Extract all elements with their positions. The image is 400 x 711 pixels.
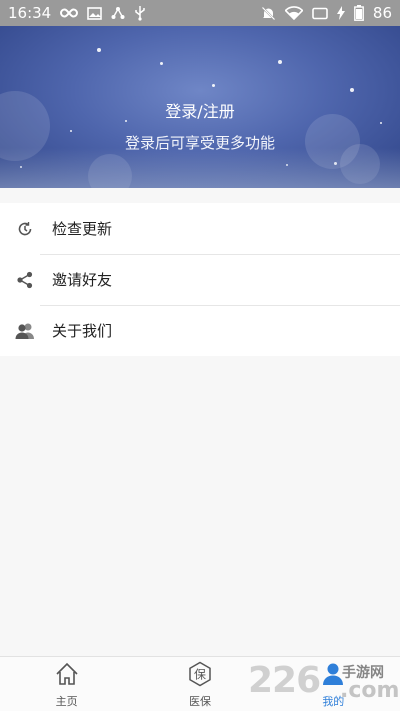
svg-text:保: 保 (194, 668, 206, 682)
share-icon (111, 5, 125, 21)
status-time: 16:34 (8, 4, 52, 22)
login-hint-text: 登录后可享受更多功能 (124, 134, 275, 152)
watermark-number: 226 (248, 660, 321, 701)
menu-item-invite-friends[interactable]: 邀请好友 (0, 254, 400, 305)
watermark-domain: .com (340, 678, 400, 703)
home-icon (54, 661, 80, 691)
battery-level: 86 (372, 4, 392, 22)
menu-item-label: 邀请好友 (52, 271, 113, 289)
menu-item-about-us[interactable]: 关于我们 (0, 305, 400, 356)
menu-item-check-update[interactable]: 检查更新 (0, 203, 400, 254)
share-icon (0, 271, 52, 289)
menu-item-label: 检查更新 (52, 220, 113, 238)
sim-icon (312, 5, 328, 21)
profile-header-banner: 登录/注册 登录后可享受更多功能 (0, 26, 400, 188)
wifi-icon (284, 5, 303, 21)
users-icon (0, 322, 52, 340)
tab-home[interactable]: 主页 (0, 657, 133, 711)
watermark-logo: 226 手游网 .com (248, 660, 400, 706)
battery-icon (354, 5, 364, 21)
usb-icon (134, 5, 146, 21)
tab-medical-insurance[interactable]: 保 医保 (133, 657, 266, 711)
insurance-icon: 保 (187, 661, 213, 691)
tab-label: 医保 (188, 695, 211, 708)
clock-icon (0, 221, 52, 237)
login-register-link[interactable]: 登录/注册 (0, 98, 400, 122)
settings-menu: 检查更新 邀请好友 关于我们 (0, 203, 400, 356)
image-icon (87, 5, 103, 21)
menu-item-label: 关于我们 (52, 322, 113, 340)
tab-label: 主页 (55, 695, 78, 708)
infinity-icon (60, 5, 79, 21)
mute-icon (261, 5, 276, 21)
charging-icon (336, 5, 345, 21)
status-bar: 16:34 86 (0, 0, 400, 26)
